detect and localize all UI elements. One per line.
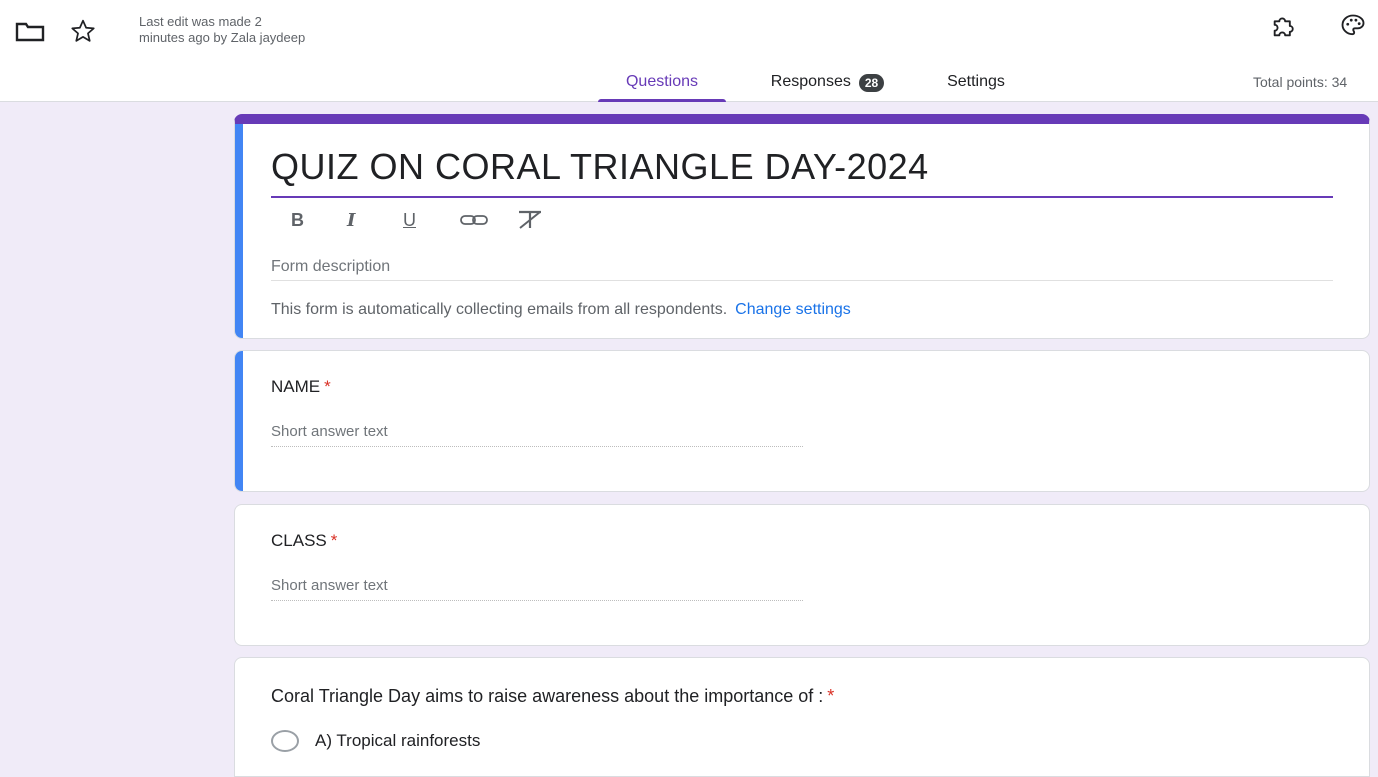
italic-button[interactable]: I	[347, 208, 403, 232]
folder-icon[interactable]	[12, 18, 48, 46]
form-title-input[interactable]: QUIZ ON CORAL TRIANGLE DAY-2024	[271, 146, 1333, 198]
required-asterisk: *	[324, 377, 331, 396]
question-title: CLASS *	[271, 531, 337, 551]
question-title-text: Coral Triangle Day aims to raise awarene…	[271, 686, 824, 706]
question-card-class[interactable]: CLASS * Short answer text	[234, 504, 1370, 646]
tab-settings-label: Settings	[947, 73, 1005, 90]
question-title: NAME *	[271, 377, 331, 397]
tab-bar: Questions Responses 28 Settings	[0, 62, 1378, 102]
total-points: Total points: 34	[1253, 74, 1348, 90]
underline-button[interactable]: U	[403, 208, 459, 232]
star-icon[interactable]	[66, 16, 100, 46]
question-card-coral[interactable]: Coral Triangle Day aims to raise awarene…	[234, 657, 1370, 777]
last-edit-text[interactable]: Last edit was made 2 minutes ago by Zala…	[139, 14, 439, 46]
question-title-text: CLASS	[271, 531, 327, 550]
tab-responses-label: Responses	[770, 73, 851, 90]
change-settings-link[interactable]: Change settings	[735, 301, 851, 318]
option-item[interactable]: A) Tropical rainforests	[271, 730, 480, 752]
top-bar: Last edit was made 2 minutes ago by Zala…	[0, 0, 1378, 102]
question-title-text: NAME	[271, 377, 321, 396]
format-toolbar: B I U	[291, 208, 571, 232]
tab-questions-label: Questions	[625, 73, 699, 90]
bold-button[interactable]: B	[291, 208, 347, 232]
form-title-card[interactable]: QUIZ ON CORAL TRIANGLE DAY-2024 B I U Fo…	[234, 114, 1370, 339]
short-answer-field: Short answer text	[271, 423, 803, 447]
radio-button[interactable]	[271, 730, 299, 752]
required-asterisk: *	[827, 686, 835, 706]
short-answer-field: Short answer text	[271, 577, 803, 601]
puzzle-icon[interactable]	[1266, 10, 1302, 42]
option-label: A) Tropical rainforests	[315, 731, 481, 750]
required-asterisk: *	[330, 531, 338, 550]
question-title: Coral Triangle Day aims to raise awarene…	[271, 686, 834, 707]
clear-format-icon[interactable]	[515, 208, 571, 232]
question-card-name[interactable]: NAME * Short answer text	[234, 350, 1370, 492]
form-description-input[interactable]: Form description	[271, 258, 1333, 281]
tab-responses[interactable]: Responses 28	[740, 62, 915, 102]
palette-icon[interactable]	[1334, 10, 1372, 42]
link-icon[interactable]	[459, 208, 515, 232]
email-collection-note: This form is automatically collecting em…	[271, 301, 851, 319]
responses-count-badge: 28	[858, 74, 885, 92]
email-collection-text: This form is automatically collecting em…	[271, 301, 728, 318]
tab-questions[interactable]: Questions	[598, 62, 726, 102]
tab-settings[interactable]: Settings	[928, 62, 1024, 102]
